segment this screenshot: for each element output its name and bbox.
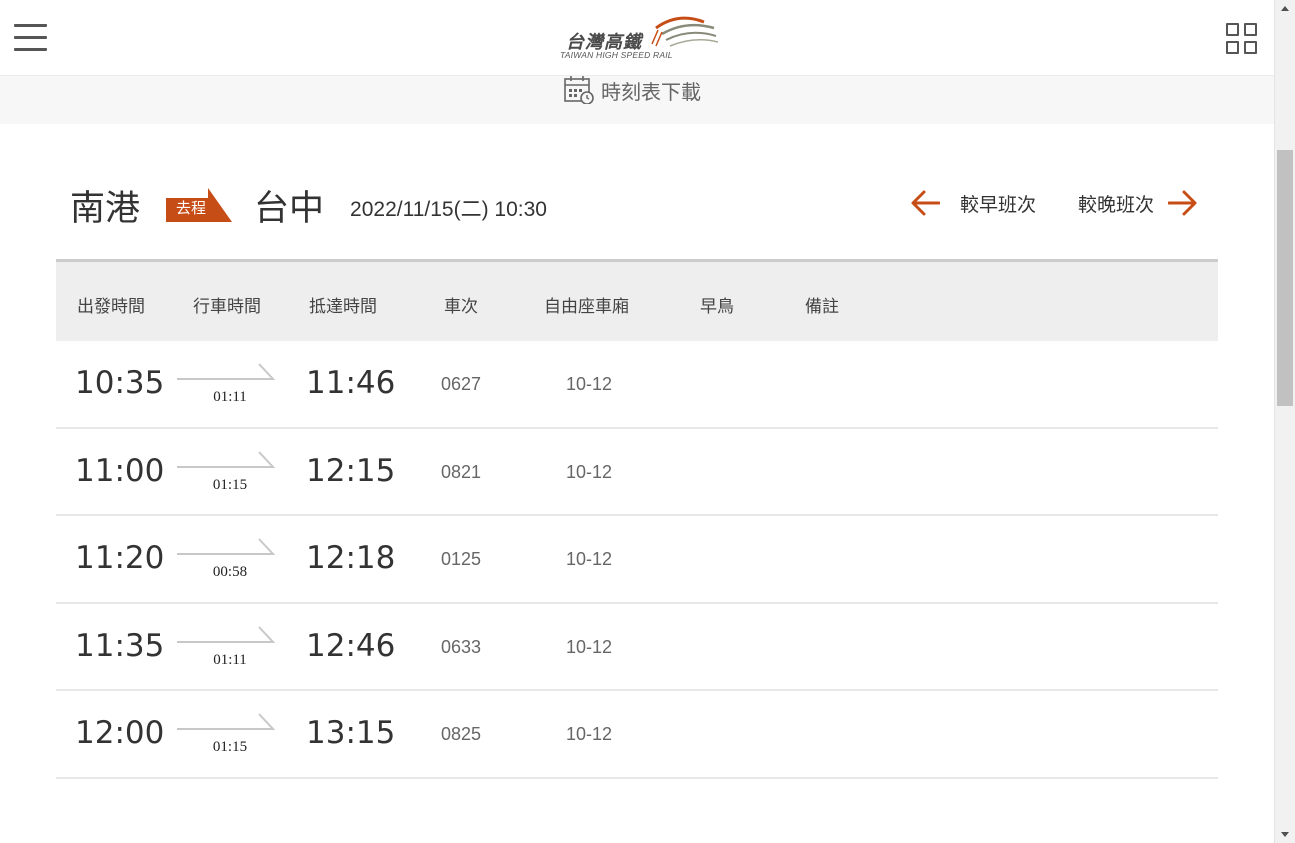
grid-apps-icon[interactable] — [1226, 23, 1258, 55]
travel-duration: 00:58 — [212, 564, 248, 580]
table-row[interactable]: 12:00 01:15 13:15 0825 10-12 — [56, 691, 1218, 779]
thsr-logo[interactable]: 台灣高鐵 TAIWAN HIGH SPEED RAIL — [558, 12, 718, 64]
duration-arrow-icon — [177, 450, 275, 468]
train-number: 0633 — [441, 636, 482, 657]
arrival-time: 13:15 — [306, 715, 396, 751]
duration-arrow-icon — [177, 538, 275, 555]
departure-time: 10:35 — [75, 365, 165, 401]
header-train-no: 車次 — [444, 297, 478, 317]
later-trains-label: 較晚班次 — [1078, 193, 1155, 216]
download-label: 時刻表下載 — [601, 79, 701, 104]
arrival-time: 11:46 — [306, 365, 396, 401]
direction-tag: 去程 — [166, 188, 233, 222]
logo-text-en: TAIWAN HIGH SPEED RAIL — [560, 50, 673, 60]
free-seat-cars: 10-12 — [566, 724, 613, 744]
arrow-left-icon — [911, 190, 940, 216]
download-strip: 時刻表下載 — [0, 76, 1274, 124]
free-seat-cars: 10-12 — [566, 636, 613, 657]
train-number: 0125 — [441, 549, 482, 569]
duration-arrow-icon — [177, 625, 275, 643]
departure-time: 12:00 — [75, 715, 165, 751]
timetable: 出發時間 行車時間 抵達時間 車次 自由座車廂 早鳥 備註 10:35 01:1… — [56, 259, 1218, 779]
duration-arrow-icon — [177, 363, 275, 380]
table-row[interactable]: 11:00 01:15 12:15 0821 10-12 — [56, 429, 1218, 516]
logo-swoosh-icon — [651, 16, 718, 47]
earlier-trains-label: 較早班次 — [960, 193, 1037, 216]
duration-arrow: 00:58 — [177, 537, 275, 581]
header-early-bird: 早鳥 — [700, 297, 734, 317]
arrival-time: 12:18 — [306, 540, 396, 576]
departure-time: 11:20 — [75, 540, 165, 576]
scroll-up-arrow-icon[interactable] — [1275, 0, 1295, 17]
train-number: 0821 — [441, 461, 482, 482]
scroll-down-arrow-icon[interactable] — [1275, 826, 1295, 843]
table-row[interactable]: 11:20 00:58 12:18 0125 10-12 — [56, 516, 1218, 604]
calendar-clock-icon — [564, 76, 594, 104]
later-trains-button[interactable]: 較晚班次 — [1078, 188, 1198, 218]
route-summary: 南港 去程 台中 2022/11/15(二) 10:30 — [70, 180, 547, 230]
train-number: 0825 — [441, 724, 482, 744]
free-seat-cars: 10-12 — [566, 461, 613, 482]
timetable-download-link[interactable]: 時刻表下載 — [563, 76, 701, 104]
travel-duration: 01:11 — [213, 389, 247, 405]
site-header: 台灣高鐵 TAIWAN HIGH SPEED RAIL — [0, 0, 1274, 76]
scrollbar-thumb[interactable] — [1277, 150, 1293, 406]
free-seat-cars: 10-12 — [566, 374, 613, 394]
direction-label: 去程 — [176, 199, 207, 217]
origin-station: 南港 — [70, 188, 141, 229]
header-free-seat-cars: 自由座車廂 — [544, 297, 629, 317]
train-number: 0627 — [441, 374, 482, 394]
duration-arrow: 01:11 — [177, 362, 275, 406]
header-remarks: 備註 — [805, 297, 839, 317]
earlier-trains-button[interactable]: 較早班次 — [910, 188, 1036, 218]
arrow-right-icon — [1168, 190, 1197, 216]
arrival-time: 12:46 — [306, 627, 396, 664]
travel-duration: 01:15 — [212, 476, 248, 493]
timetable-header: 出發時間 行車時間 抵達時間 車次 自由座車廂 早鳥 備註 — [56, 259, 1218, 341]
duration-arrow: 01:15 — [177, 450, 275, 494]
travel-duration: 01:11 — [213, 651, 247, 668]
free-seat-cars: 10-12 — [566, 549, 613, 569]
departure-datetime: 2022/11/15(二) 10:30 — [350, 198, 547, 221]
table-row[interactable]: 10:35 01:11 11:46 0627 10-12 — [56, 341, 1218, 429]
duration-arrow: 01:15 — [177, 712, 275, 756]
departure-time: 11:35 — [75, 627, 165, 664]
table-row[interactable]: 11:35 01:11 12:46 0633 10-12 — [56, 604, 1218, 691]
duration-arrow: 01:11 — [177, 625, 275, 669]
hamburger-menu-icon[interactable] — [14, 24, 47, 52]
destination-station: 台中 — [254, 188, 325, 229]
header-duration: 行車時間 — [193, 297, 261, 317]
departure-time: 11:00 — [75, 452, 165, 489]
header-arrival: 抵達時間 — [309, 297, 377, 317]
travel-duration: 01:15 — [212, 739, 248, 755]
page-scrollbar[interactable] — [1274, 0, 1295, 843]
duration-arrow-icon — [177, 713, 275, 730]
arrival-time: 12:15 — [306, 452, 396, 489]
header-departure: 出發時間 — [77, 297, 145, 317]
